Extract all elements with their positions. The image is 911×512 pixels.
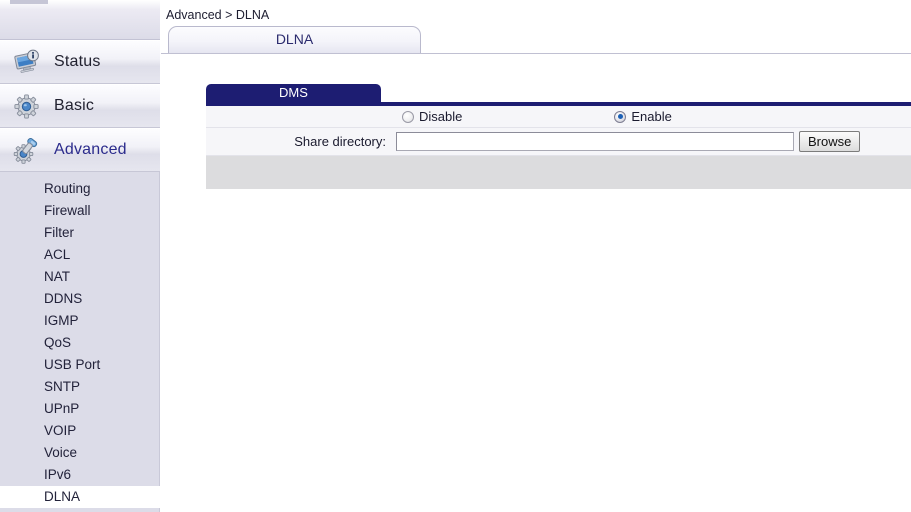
sidebar-header-band xyxy=(0,0,160,40)
sidebar-item-label: DLNA xyxy=(44,489,81,504)
gear-wrench-icon xyxy=(12,135,42,165)
sidebar-item-label: VOIP xyxy=(44,423,77,438)
dms-panel-body: Disable Enable Share directory: Browse xyxy=(206,106,911,189)
sidebar-item-filter[interactable]: Filter xyxy=(0,222,160,244)
nav-item-status[interactable]: Status xyxy=(0,40,160,84)
sidebar-item-label: Voice xyxy=(44,445,78,460)
sidebar-item-sntp[interactable]: SNTP xyxy=(0,376,160,398)
main-nav: Status Basic Advanced xyxy=(0,40,160,172)
share-directory-label: Share directory: xyxy=(294,134,386,149)
sidebar-item-nat[interactable]: NAT xyxy=(0,266,160,288)
panel-tab-dms[interactable]: DMS xyxy=(206,84,381,102)
router-admin-page: Status Basic Advanced Routing Firewall F… xyxy=(0,0,911,512)
sidebar-item-label: Firewall xyxy=(44,203,91,218)
dms-panel-footer xyxy=(206,156,911,189)
sidebar-item-igmp[interactable]: IGMP xyxy=(0,310,160,332)
gear-icon xyxy=(12,91,42,121)
sidebar-item-label: QoS xyxy=(44,335,72,350)
sidebar-item-label: SNTP xyxy=(44,379,81,394)
browse-button[interactable]: Browse xyxy=(799,131,861,152)
dms-enable-row: Disable Enable xyxy=(206,106,911,128)
sidebar-item-label: ACL xyxy=(44,247,71,262)
nav-item-advanced[interactable]: Advanced xyxy=(0,128,160,172)
tab-dlna[interactable]: DLNA xyxy=(168,26,421,53)
sidebar-item-label: Routing xyxy=(44,181,91,196)
breadcrumb: Advanced > DLNA xyxy=(166,8,270,22)
sidebar-item-voice[interactable]: Voice xyxy=(0,442,160,464)
sidebar-header-nub xyxy=(10,0,48,4)
nav-item-status-label: Status xyxy=(54,53,101,70)
sidebar-item-acl[interactable]: ACL xyxy=(0,244,160,266)
sub-nav: Routing Firewall Filter ACL NAT DDNS IGM… xyxy=(0,178,160,508)
sidebar-item-label: IGMP xyxy=(44,313,79,328)
sidebar-item-ipv6[interactable]: IPv6 xyxy=(0,464,160,486)
sidebar-item-label: IPv6 xyxy=(44,467,72,482)
content-area: Advanced > DLNA DLNA DMS Disable Enable … xyxy=(161,0,911,512)
sidebar-item-label: DDNS xyxy=(44,291,83,306)
dms-panel: DMS Disable Enable Share directory: Brow… xyxy=(206,84,911,189)
sidebar-item-upnp[interactable]: UPnP xyxy=(0,398,160,420)
page-tab-bar: DLNA xyxy=(168,26,421,53)
share-directory-row: Share directory: Browse xyxy=(206,128,911,156)
monitor-info-icon xyxy=(12,47,42,77)
share-directory-input[interactable] xyxy=(396,132,794,151)
sidebar-item-firewall[interactable]: Firewall xyxy=(0,200,160,222)
sidebar-item-dlna[interactable]: DLNA xyxy=(0,486,160,508)
radio-label-enable: Enable xyxy=(631,109,672,124)
radio-button-enable[interactable] xyxy=(614,110,627,123)
sidebar-item-usb-port[interactable]: USB Port xyxy=(0,354,160,376)
dms-radio-group: Disable Enable xyxy=(206,109,911,124)
sidebar-item-voip[interactable]: VOIP xyxy=(0,420,160,442)
sidebar-item-label: UPnP xyxy=(44,401,80,416)
tab-bar-underline xyxy=(161,53,911,54)
nav-item-advanced-label: Advanced xyxy=(54,141,127,158)
sidebar-item-label: Filter xyxy=(44,225,74,240)
sidebar: Status Basic Advanced Routing Firewall F… xyxy=(0,0,160,512)
radio-button-disable[interactable] xyxy=(402,110,414,123)
radio-option-disable[interactable]: Disable xyxy=(402,109,462,124)
sidebar-item-qos[interactable]: QoS xyxy=(0,332,160,354)
radio-option-enable[interactable]: Enable xyxy=(614,109,672,124)
dms-panel-tab-row: DMS xyxy=(206,84,911,106)
nav-item-basic[interactable]: Basic xyxy=(0,84,160,128)
sidebar-item-label: USB Port xyxy=(44,357,101,372)
sidebar-item-routing[interactable]: Routing xyxy=(0,178,160,200)
sidebar-item-label: NAT xyxy=(44,269,70,284)
radio-label-disable: Disable xyxy=(419,109,463,124)
sidebar-item-ddns[interactable]: DDNS xyxy=(0,288,160,310)
nav-item-basic-label: Basic xyxy=(54,97,95,114)
